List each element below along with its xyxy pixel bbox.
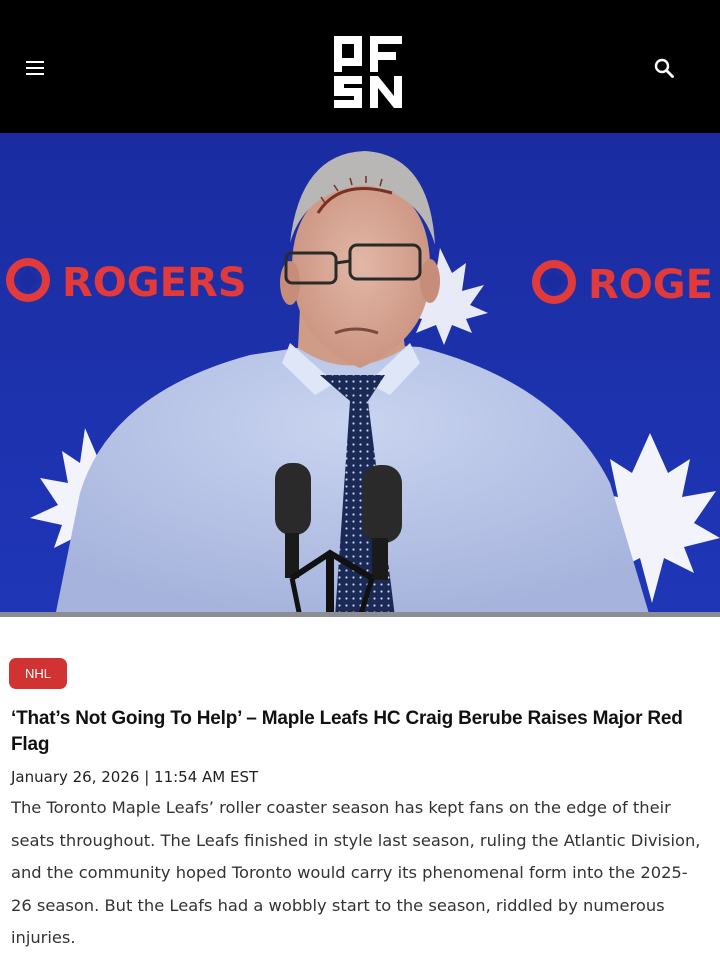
category-badge[interactable]: NHL xyxy=(9,658,68,689)
sponsor-text-left: ROGERS xyxy=(62,260,247,306)
rogers-logo-right: ROGE xyxy=(532,260,713,308)
site-header xyxy=(0,0,720,133)
hero-bottom-bar xyxy=(0,612,720,617)
hero-illustration: ROGERS ROGE xyxy=(0,133,720,617)
article-dateline: January 26, 2026 | 11:54 AM EST xyxy=(11,768,259,786)
pfsn-logo-mark xyxy=(334,36,402,108)
hamburger-menu-icon xyxy=(26,61,44,75)
hero-image[interactable]: ROGERS ROGE xyxy=(0,133,720,617)
article-headline[interactable]: ‘That’s Not Going To Help’ – Maple Leafs… xyxy=(11,706,701,758)
sponsor-text-right: ROGE xyxy=(588,262,713,308)
search-icon xyxy=(654,58,674,78)
menu-button[interactable] xyxy=(22,56,48,80)
site-logo[interactable] xyxy=(332,34,404,110)
search-button[interactable] xyxy=(650,54,678,82)
article-body: The Toronto Maple Leafs’ roller coaster … xyxy=(11,798,701,947)
